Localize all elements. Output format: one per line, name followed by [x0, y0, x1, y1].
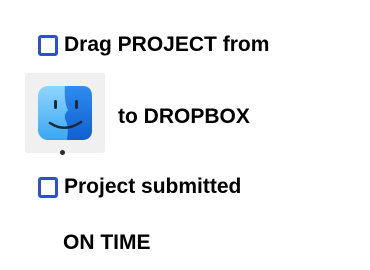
task-item-suffix-row: to DROPBOX [118, 105, 250, 129]
task-item-drag-project: Drag PROJECT from [38, 33, 269, 57]
task-item-project-submitted: Project submitted [38, 175, 241, 199]
checkbox-icon[interactable] [38, 176, 58, 198]
finder-icon [38, 86, 92, 140]
task-item-label: Drag PROJECT from [64, 33, 270, 56]
task-item-label: Project submitted [64, 175, 242, 198]
task-item-suffix: to DROPBOX [118, 105, 250, 128]
dock-running-indicator [60, 150, 65, 155]
task-item-suffix: ON TIME [63, 231, 151, 254]
checkbox-icon[interactable] [38, 34, 58, 56]
task-item-suffix-row: ON TIME [63, 231, 151, 255]
finder-tile[interactable] [25, 73, 105, 153]
